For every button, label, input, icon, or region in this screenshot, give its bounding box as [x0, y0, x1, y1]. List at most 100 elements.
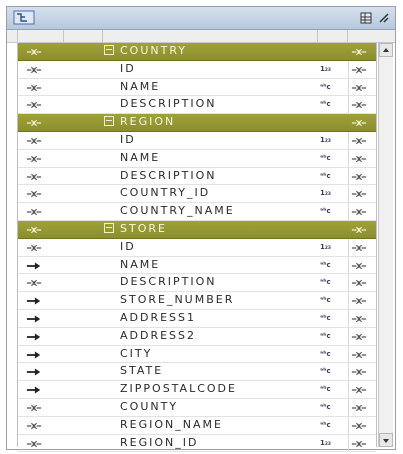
input-arrow-icon [26, 350, 41, 359]
field-connector-cell[interactable] [351, 168, 369, 185]
field-connector-cell[interactable] [351, 150, 369, 167]
field-row[interactable]: NAME ᵃᵇc [18, 149, 376, 168]
field-name: ADDRESS2 [120, 328, 197, 342]
field-direction-cell [26, 310, 44, 327]
column-divider [348, 149, 349, 167]
link-arrow-icon [351, 280, 367, 287]
link-arrow-icon [26, 120, 42, 127]
numeric-type-icon: 1₂₃ [320, 135, 332, 144]
field-row[interactable]: REGION_NAME ᵃᵇc [18, 416, 376, 435]
field-row[interactable]: CITY ᵃᵇc [18, 345, 376, 364]
resize-icon[interactable] [377, 11, 391, 25]
group-row-store[interactable]: STORE [18, 220, 376, 239]
field-direction-cell [26, 435, 44, 452]
string-type-icon: ᵃᵇc [320, 385, 331, 394]
field-row[interactable]: COUNTRY_NAME ᵃᵇc [18, 203, 376, 221]
input-arrow-icon [26, 262, 41, 270]
field-connector-cell[interactable] [351, 257, 369, 274]
group-row-region[interactable]: REGION [18, 114, 376, 132]
vertical-scrollbar[interactable] [378, 43, 393, 447]
field-direction-cell [26, 257, 44, 274]
string-type-icon: ᵃᵇc [320, 171, 331, 180]
field-connector-cell[interactable] [351, 399, 369, 416]
field-row[interactable]: ZIPPOSTALCODE ᵃᵇc [18, 381, 376, 399]
field-row[interactable]: ID 1₂₃ [18, 60, 376, 79]
column-divider [348, 238, 349, 256]
link-arrow-icon [26, 155, 42, 162]
field-name: CITY [120, 346, 153, 360]
field-name: ADDRESS1 [120, 310, 197, 324]
field-row[interactable]: DESCRIPTION ᵃᵇc [18, 167, 376, 186]
field-connector-cell[interactable] [351, 328, 369, 345]
field-name: DESCRIPTION [120, 168, 217, 182]
numeric-type-icon: 1₂₃ [320, 242, 332, 251]
link-arrow-icon [351, 404, 367, 412]
field-direction-cell [26, 150, 44, 167]
field-connector-cell[interactable] [351, 61, 369, 78]
field-connector-cell[interactable] [351, 239, 369, 256]
link-arrow-icon [351, 155, 367, 162]
string-type-icon: ᵃᵇc [320, 331, 331, 340]
field-connector-cell[interactable] [351, 79, 369, 96]
collapse-icon[interactable] [104, 116, 114, 127]
field-name: ID [120, 132, 136, 146]
link-arrow-icon [351, 351, 367, 358]
link-arrow-icon [26, 84, 42, 91]
field-row[interactable]: COUNTY ᵃᵇc [18, 398, 376, 417]
field-row[interactable]: NAME ᵃᵇc [18, 78, 376, 97]
field-row[interactable]: COUNTRY_ID 1₂₃ [18, 185, 376, 204]
field-connector-cell[interactable] [351, 274, 369, 291]
group-row-country[interactable]: COUNTRY [18, 43, 376, 61]
link-arrow-icon [26, 404, 42, 412]
field-row[interactable]: ID 1₂₃ [18, 131, 376, 150]
link-arrow-icon [26, 209, 42, 216]
field-connector-cell[interactable] [351, 363, 369, 380]
scroll-down-button[interactable] [379, 433, 393, 447]
field-row[interactable]: DESCRIPTION ᵃᵇc [18, 96, 376, 115]
field-connector-cell[interactable] [351, 132, 369, 149]
link-arrow-icon [351, 173, 367, 180]
field-row[interactable]: NAME ᵃᵇc [18, 256, 376, 275]
link-arrow-icon [26, 226, 42, 234]
numeric-type-icon: 1₂₃ [320, 189, 332, 198]
field-connector-cell[interactable] [351, 346, 369, 363]
link-arrow-icon [26, 440, 42, 447]
input-arrow-icon [26, 386, 41, 394]
field-row[interactable]: DESCRIPTION ᵃᵇc [18, 274, 376, 293]
link-arrow-icon [351, 48, 367, 56]
column-header-strip [7, 30, 395, 43]
field-direction-cell [26, 399, 44, 416]
link-arrow-icon [351, 387, 367, 394]
field-connector-cell[interactable] [351, 381, 369, 398]
column-divider [348, 274, 349, 292]
field-row[interactable]: REGION_ID 1₂₃ [18, 434, 376, 453]
field-connector-cell[interactable] [351, 417, 369, 434]
field-connector-cell[interactable] [351, 310, 369, 327]
collapse-icon[interactable] [104, 45, 114, 55]
field-direction-cell [26, 132, 44, 149]
field-row[interactable]: ID 1₂₃ [18, 238, 376, 257]
field-connector-cell[interactable] [351, 435, 369, 452]
string-type-icon: ᵃᵇc [320, 402, 331, 411]
field-row[interactable]: STATE ᵃᵇc [18, 363, 376, 382]
field-row[interactable]: ADDRESS2 ᵃᵇc [18, 327, 376, 346]
field-connector-cell[interactable] [351, 292, 369, 309]
input-arrow-icon [26, 368, 41, 376]
column-divider [17, 30, 18, 42]
field-connector-cell[interactable] [351, 185, 369, 202]
field-connector-cell[interactable] [351, 96, 369, 113]
grid-icon[interactable] [359, 11, 373, 25]
field-row[interactable]: STORE_NUMBER ᵃᵇc [18, 292, 376, 310]
scroll-up-button[interactable] [379, 43, 393, 57]
column-divider [348, 398, 349, 416]
string-type-icon: ᵃᵇc [320, 420, 331, 429]
field-name: NAME [120, 257, 161, 271]
field-connector-cell[interactable] [351, 203, 369, 220]
input-arrow-icon [26, 333, 41, 341]
numeric-type-icon: 1₂₃ [320, 438, 332, 447]
collapse-icon[interactable] [104, 222, 114, 233]
field-direction-cell [26, 96, 44, 113]
link-arrow-icon [26, 191, 42, 198]
string-type-icon: ᵃᵇc [320, 207, 331, 216]
field-row[interactable]: ADDRESS1 ᵃᵇc [18, 309, 376, 328]
